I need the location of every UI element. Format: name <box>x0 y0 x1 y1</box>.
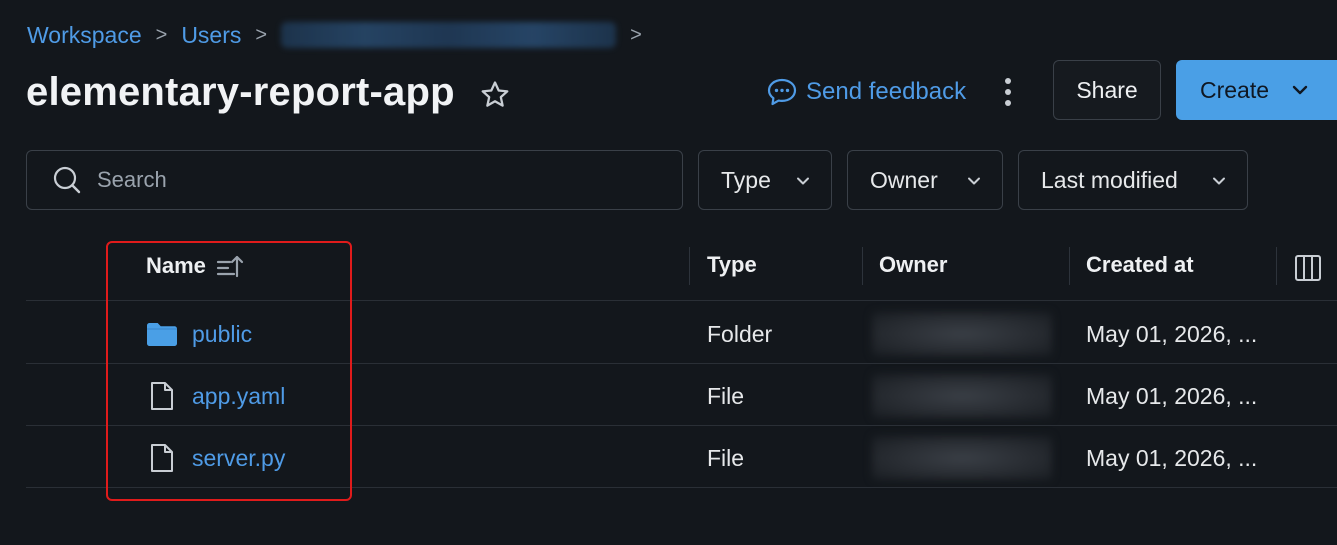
filter-last-modified[interactable]: Last modified <box>1018 150 1248 210</box>
chevron-down-icon <box>797 177 809 185</box>
table-row-name: app.yaml <box>146 381 285 411</box>
file-icon <box>146 381 178 411</box>
create-button-label: Create <box>1200 76 1270 103</box>
breadcrumb-workspace[interactable]: Workspace <box>27 22 142 49</box>
column-divider[interactable] <box>689 247 690 285</box>
column-divider[interactable] <box>1276 247 1277 285</box>
table-row-name: server.py <box>146 443 285 473</box>
search-input[interactable] <box>97 167 637 193</box>
item-link-public[interactable]: public <box>192 321 252 348</box>
row-divider <box>26 300 1337 301</box>
item-link-app-yaml[interactable]: app.yaml <box>192 383 285 410</box>
sort-ascending-icon <box>216 255 244 278</box>
item-type: File <box>707 445 745 471</box>
column-divider[interactable] <box>1069 247 1070 285</box>
item-created-at: May 01, 2026, ... <box>1086 445 1258 471</box>
filter-last-modified-label: Last modified <box>1041 166 1178 193</box>
search-icon <box>53 166 81 194</box>
item-created-at: May 01, 2026, ... <box>1086 321 1258 347</box>
table-row-name: public <box>146 319 252 349</box>
owner-redacted <box>872 436 1052 480</box>
chevron-down-icon <box>968 177 980 185</box>
chevron-down-icon <box>1213 177 1225 185</box>
column-header-created-at[interactable]: Created at <box>1086 252 1194 278</box>
breadcrumb-separator: > <box>630 23 642 46</box>
filter-type[interactable]: Type <box>698 150 832 210</box>
chevron-down-icon <box>1292 85 1308 95</box>
chat-bubble-icon <box>767 78 797 106</box>
send-feedback-label: Send feedback <box>806 78 967 105</box>
workspace-page: Workspace > Users > > elementary-report-… <box>0 0 1337 545</box>
item-link-server-py[interactable]: server.py <box>192 445 285 472</box>
column-header-type[interactable]: Type <box>707 252 757 278</box>
column-header-name-label: Name <box>146 253 206 278</box>
share-button[interactable]: Share <box>1053 60 1161 120</box>
folder-icon <box>146 321 178 347</box>
owner-redacted <box>872 374 1052 418</box>
breadcrumb-users[interactable]: Users <box>181 22 241 49</box>
filter-owner-label: Owner <box>870 166 938 193</box>
filter-owner[interactable]: Owner <box>847 150 1003 210</box>
row-divider <box>26 425 1337 426</box>
column-divider[interactable] <box>862 247 863 285</box>
row-divider <box>26 487 1337 488</box>
more-options-icon[interactable] <box>998 74 1018 110</box>
search-box[interactable] <box>26 150 683 210</box>
filter-type-label: Type <box>721 166 771 193</box>
send-feedback-link[interactable]: Send feedback <box>766 74 966 110</box>
file-icon <box>146 443 178 473</box>
breadcrumb-user-redacted[interactable] <box>281 22 617 48</box>
breadcrumb: Workspace > Users > > <box>27 20 656 50</box>
breadcrumb-separator: > <box>255 23 268 46</box>
item-type: Folder <box>707 321 773 347</box>
item-type: File <box>707 383 745 409</box>
row-divider <box>26 363 1337 364</box>
column-header-name[interactable]: Name <box>146 252 246 280</box>
owner-redacted <box>872 312 1052 356</box>
breadcrumb-separator: > <box>155 23 168 46</box>
column-header-owner[interactable]: Owner <box>879 252 947 278</box>
create-button[interactable]: Create <box>1176 60 1337 120</box>
columns-icon[interactable] <box>1294 254 1322 282</box>
item-created-at: May 01, 2026, ... <box>1086 383 1258 409</box>
star-icon[interactable] <box>478 78 512 112</box>
page-title: elementary-report-app <box>26 70 455 114</box>
